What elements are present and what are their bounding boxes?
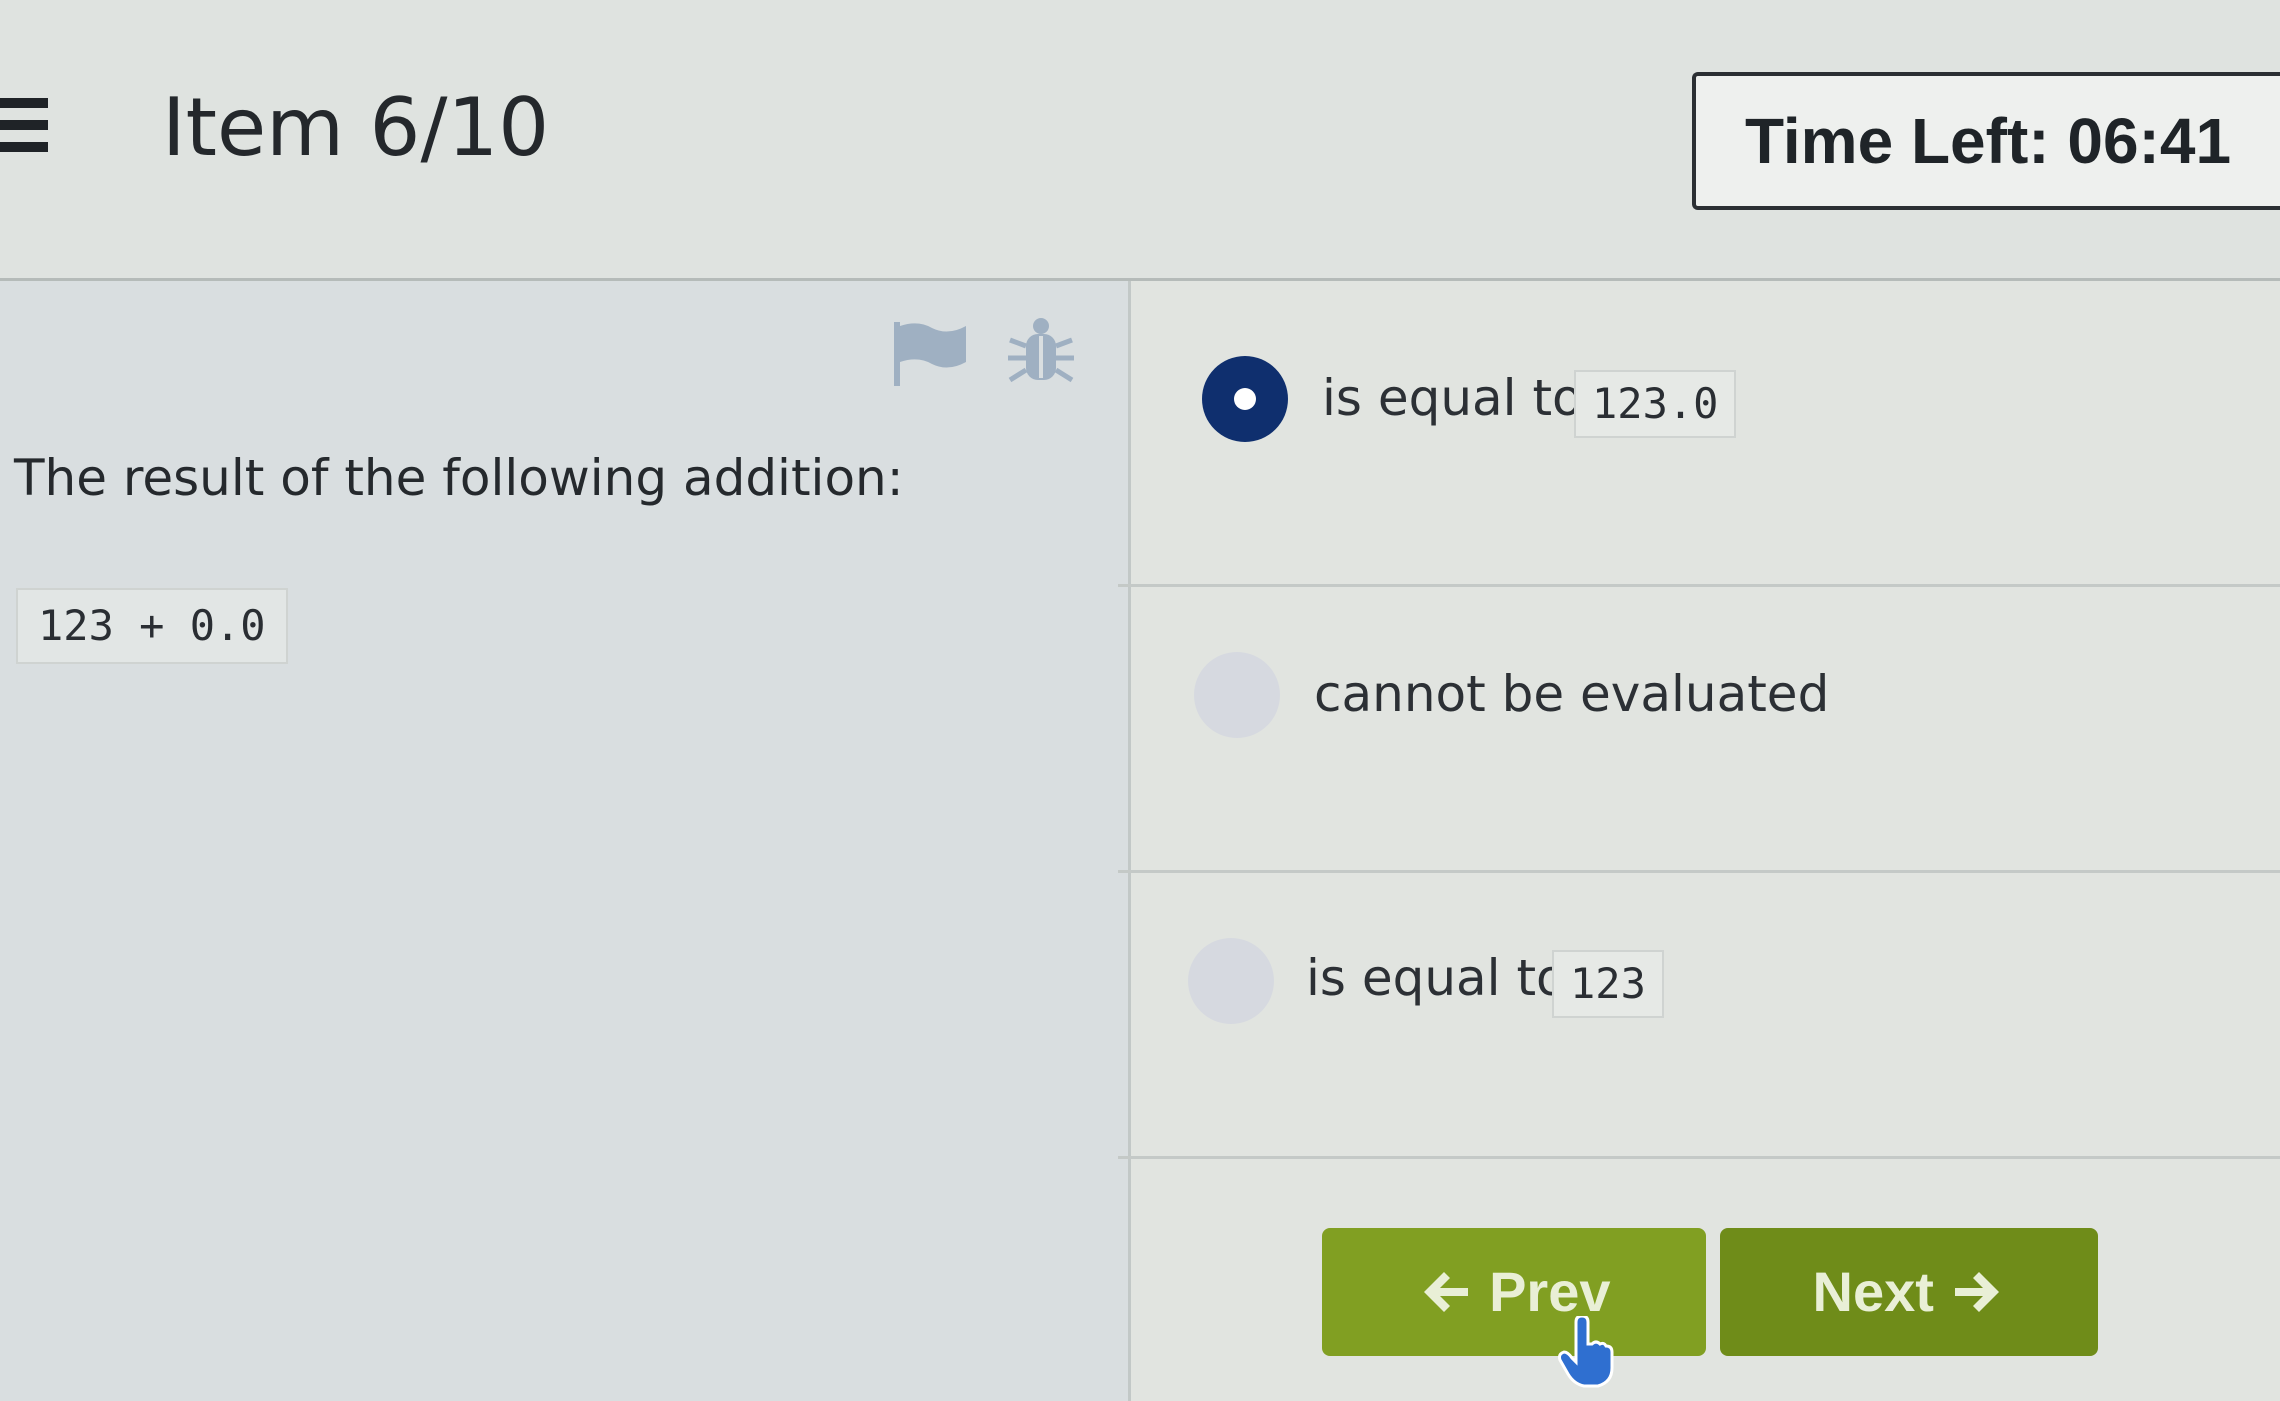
next-button[interactable]: Next bbox=[1720, 1228, 2098, 1356]
option-divider bbox=[1118, 1156, 2280, 1159]
hamburger-menu-icon[interactable] bbox=[0, 98, 48, 158]
answer-option-3[interactable] bbox=[1131, 874, 2280, 1160]
option-2-text: cannot be evaluated bbox=[1314, 665, 1830, 723]
question-prompt: The result of the following addition: bbox=[14, 449, 904, 507]
item-counter: Item 6/10 bbox=[162, 81, 550, 174]
option-divider bbox=[1118, 870, 2280, 873]
bug-icon[interactable] bbox=[1006, 314, 1076, 388]
option-1-code: 123.0 bbox=[1574, 370, 1737, 438]
prev-button-label: Prev bbox=[1489, 1260, 1611, 1323]
next-button-label: Next bbox=[1812, 1260, 1934, 1323]
flag-icon[interactable] bbox=[892, 318, 968, 388]
answer-option-2[interactable] bbox=[1131, 588, 2280, 874]
question-code: 123 + 0.0 bbox=[16, 588, 288, 664]
time-left-display: Time Left: 06:41 bbox=[1692, 72, 2280, 210]
radio-option-1-selected[interactable] bbox=[1202, 356, 1288, 442]
radio-option-3[interactable] bbox=[1188, 938, 1274, 1024]
option-divider bbox=[1118, 584, 2280, 587]
option-1-text: is equal to bbox=[1322, 369, 1583, 427]
option-3-code: 123 bbox=[1552, 950, 1664, 1018]
arrow-left-icon bbox=[1423, 1272, 1468, 1313]
hand-cursor-icon bbox=[1558, 1316, 1614, 1388]
option-3-text: is equal to bbox=[1306, 949, 1567, 1007]
prev-button[interactable]: Prev bbox=[1322, 1228, 1706, 1356]
arrow-right-icon bbox=[1955, 1272, 2000, 1313]
radio-option-2[interactable] bbox=[1194, 652, 1280, 738]
answer-option-1[interactable] bbox=[1131, 300, 2280, 586]
